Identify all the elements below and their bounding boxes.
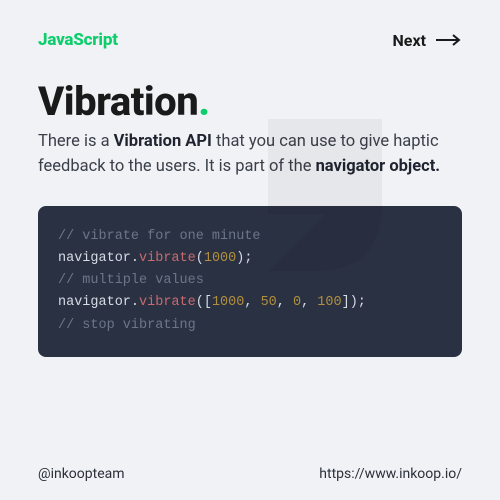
- code-num-1: 1000: [204, 251, 236, 266]
- language-badge: JavaScript: [38, 30, 118, 50]
- page-title: Vibration.: [38, 82, 462, 122]
- arrow-right-icon: [436, 34, 462, 46]
- code-obj-2: navigator: [58, 295, 131, 310]
- next-label: Next: [393, 31, 426, 50]
- code-comment-3: // stop vibrating: [58, 318, 196, 333]
- code-obj-1: navigator: [58, 251, 131, 266]
- code-block: // vibrate for one minute navigator.vibr…: [38, 206, 462, 357]
- code-fn-1: vibrate: [139, 251, 196, 266]
- desc-bold-navigator: navigator object.: [316, 157, 441, 176]
- code-fn-2: vibrate: [139, 295, 196, 310]
- social-handle: @inkoopteam: [38, 466, 125, 482]
- title-text: Vibration: [38, 78, 198, 125]
- desc-prefix: There is a: [38, 132, 114, 151]
- website-url: https://www.inkoop.io/: [319, 466, 462, 482]
- footer-row: @inkoopteam https://www.inkoop.io/: [38, 466, 462, 482]
- code-comment-1: // vibrate for one minute: [58, 229, 261, 244]
- title-dot: .: [198, 78, 209, 125]
- description: There is a Vibration API that you can us…: [38, 130, 462, 180]
- tip-card: JavaScript Next Vibration. There is a Vi…: [0, 0, 500, 500]
- code-comment-2: // multiple values: [58, 273, 204, 288]
- next-button[interactable]: Next: [393, 31, 462, 50]
- header-row: JavaScript Next: [38, 30, 462, 50]
- desc-bold-api: Vibration API: [114, 132, 212, 151]
